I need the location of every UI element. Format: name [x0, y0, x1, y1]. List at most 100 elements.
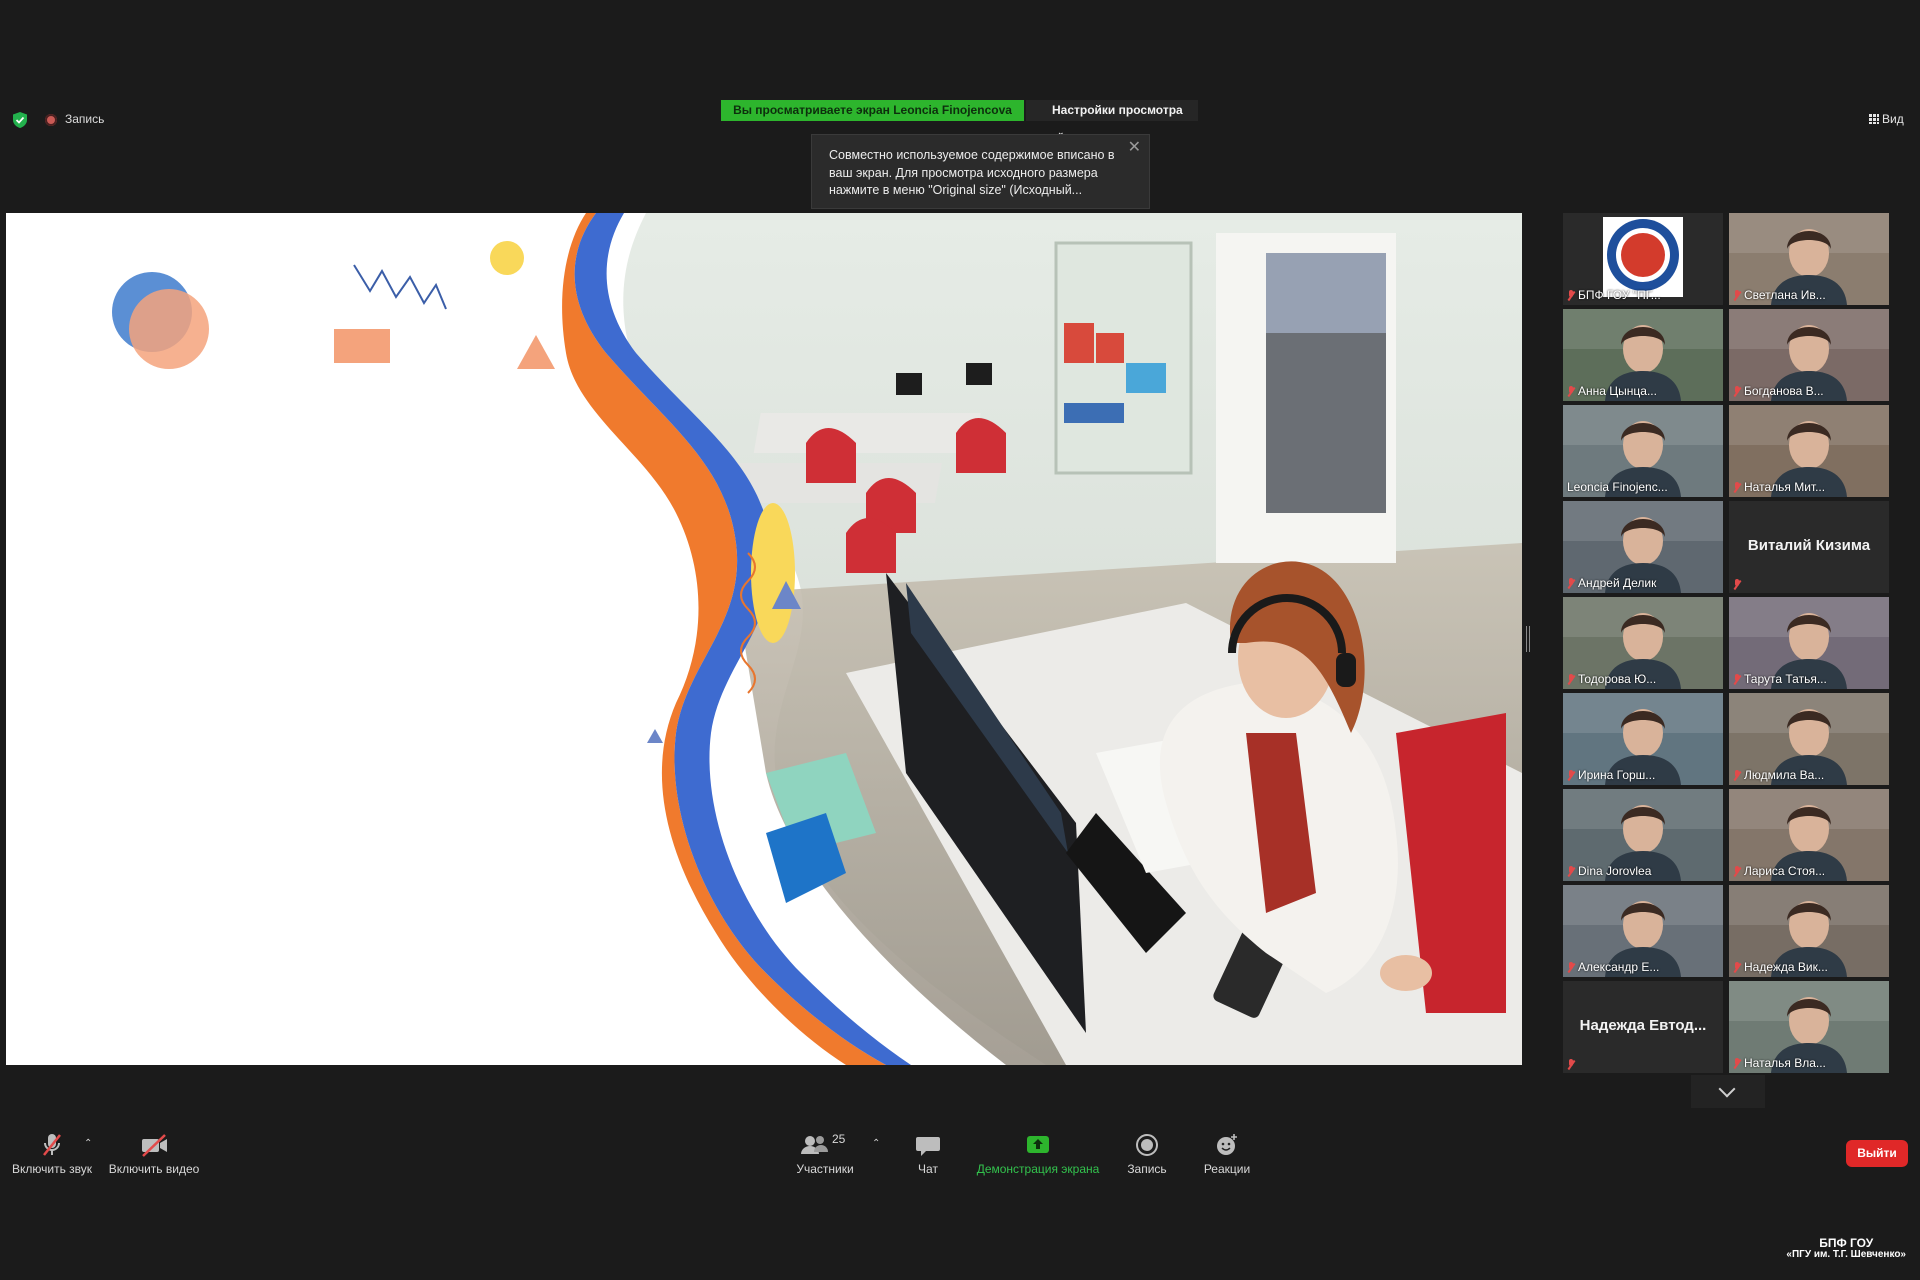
participant-name-label: Наталья Мит... [1733, 480, 1825, 494]
participant-tile[interactable]: Надежда Евтод... [1563, 981, 1723, 1073]
microphone-muted-icon [37, 1132, 67, 1158]
participant-name: Наталья Мит... [1744, 480, 1826, 494]
view-options-label: Настройки просмотра [1052, 103, 1183, 117]
participant-tile[interactable]: Александр Е... [1563, 885, 1723, 977]
panel-resize-handle[interactable] [1526, 626, 1530, 652]
record-icon [1134, 1132, 1160, 1158]
participant-name-label: Тодорова Ю... [1567, 672, 1656, 686]
security-shield-icon[interactable] [12, 111, 28, 129]
reactions-button[interactable]: Реакции [1198, 1132, 1256, 1176]
participant-tile[interactable]: Наталья Вла... [1729, 981, 1889, 1073]
participant-name-label: Тарута Татья... [1733, 672, 1827, 686]
participant-name: Лариса Стоя... [1744, 864, 1826, 878]
grid-icon [1869, 114, 1879, 124]
participant-name: Светлана Ив... [1744, 288, 1826, 302]
microphone-muted-icon [1567, 865, 1575, 877]
chevron-down-icon [1718, 1080, 1736, 1098]
microphone-muted-icon [1733, 481, 1741, 493]
participant-name: Людмила Ва... [1744, 768, 1825, 782]
reactions-label: Реакции [1203, 1162, 1251, 1176]
participant-name-label: Ирина Горш... [1567, 768, 1655, 782]
close-icon[interactable]: ✕ [1128, 139, 1141, 157]
participant-name-label: Светлана Ив... [1733, 288, 1826, 302]
participant-tile[interactable]: Виталий Кизима [1729, 501, 1889, 593]
microphone-muted-icon [1733, 865, 1741, 877]
chat-icon [915, 1132, 941, 1158]
share-screen-button[interactable]: Демонстрация экрана [970, 1132, 1106, 1176]
participant-tile[interactable]: Ирина Горш... [1563, 693, 1723, 785]
participant-name-label [1567, 1059, 1575, 1070]
participant-display-name: Виталий Кизима [1747, 537, 1871, 554]
microphone-muted-icon [1567, 1059, 1575, 1070]
participant-tile[interactable]: Тодорова Ю... [1563, 597, 1723, 689]
microphone-muted-icon [1567, 673, 1575, 685]
watermark-line1: БПФ ГОУ [1819, 1236, 1874, 1250]
recording-indicator-icon [45, 114, 57, 126]
participant-tile[interactable]: Богданова В... [1729, 309, 1889, 401]
participant-name-label: Андрей Делик [1567, 576, 1656, 590]
participants-count: 25 [832, 1132, 846, 1146]
participant-name-label: Богданова В... [1733, 384, 1824, 398]
participant-name: Тарута Татья... [1744, 672, 1827, 686]
participants-icon: 25 [800, 1132, 850, 1158]
view-label: Вид [1882, 112, 1904, 126]
audio-options-caret-icon[interactable]: ⌃ [84, 1138, 92, 1149]
participant-name-label: Анна Цынца... [1567, 384, 1657, 398]
record-button[interactable]: Запись [1120, 1132, 1174, 1176]
microphone-muted-icon [1733, 579, 1741, 590]
participant-name: Александр Е... [1578, 960, 1660, 974]
record-label: Запись [1127, 1162, 1167, 1176]
view-layout-button[interactable]: Вид [1869, 112, 1904, 126]
chat-button[interactable]: Чат [908, 1132, 948, 1176]
screen-share-banner: Вы просматриваете экран Leoncia Finojenc… [721, 100, 1024, 121]
participants-label: Участники [796, 1162, 854, 1176]
participant-name: Анна Цынца... [1578, 384, 1657, 398]
shared-screen [6, 213, 1522, 1065]
participant-name: Ирина Горш... [1578, 768, 1656, 782]
participant-tile[interactable]: Надежда Вик... [1729, 885, 1889, 977]
participant-name: Надежда Вик... [1744, 960, 1828, 974]
participant-tile[interactable]: Людмила Ва... [1729, 693, 1889, 785]
microphone-muted-icon [1567, 961, 1575, 973]
smiley-plus-icon [1214, 1132, 1240, 1158]
microphone-muted-icon [1733, 289, 1741, 301]
participant-tile[interactable]: Leoncia Finojenc... [1563, 405, 1723, 497]
participant-tile[interactable]: Тарута Татья... [1729, 597, 1889, 689]
participant-tile[interactable]: БПФ ГОУ "ПГ... [1563, 213, 1723, 305]
participant-name-label [1733, 579, 1741, 590]
participant-name-label: Александр Е... [1567, 960, 1659, 974]
participant-tile[interactable]: Андрей Делик [1563, 501, 1723, 593]
leave-meeting-button[interactable]: Выйти [1846, 1140, 1908, 1167]
participant-tile[interactable]: Dina Jorovlea [1563, 789, 1723, 881]
participant-name: Богданова В... [1744, 384, 1824, 398]
share-screen-label: Демонстрация экрана [976, 1162, 1100, 1176]
participant-name-label: Надежда Вик... [1733, 960, 1828, 974]
participant-tile[interactable]: Анна Цынца... [1563, 309, 1723, 401]
participant-name: Тодорова Ю... [1578, 672, 1657, 686]
unmute-button[interactable]: Включить звук [8, 1132, 96, 1176]
participant-name: Dina Jorovlea [1578, 864, 1652, 878]
participant-display-name: Надежда Евтод... [1579, 1017, 1707, 1034]
microphone-muted-icon [1567, 577, 1575, 589]
microphone-muted-icon [1733, 1057, 1741, 1069]
participant-tile[interactable]: Наталья Мит... [1729, 405, 1889, 497]
view-options-dropdown[interactable]: Настройки просмотра ⌄ [1026, 100, 1198, 137]
participant-name-label: Наталья Вла... [1733, 1056, 1826, 1070]
share-fit-tooltip: Совместно используемое содержимое вписан… [811, 134, 1150, 209]
video-off-icon [139, 1132, 169, 1158]
participant-tile[interactable]: Лариса Стоя... [1729, 789, 1889, 881]
participant-tile[interactable]: Светлана Ив... [1729, 213, 1889, 305]
participant-name-label: Лариса Стоя... [1733, 864, 1825, 878]
tooltip-text: Совместно используемое содержимое вписан… [829, 148, 1115, 197]
participant-name-label: БПФ ГОУ "ПГ... [1567, 288, 1661, 302]
share-screen-icon [1025, 1132, 1051, 1158]
participant-name: БПФ ГОУ "ПГ... [1578, 288, 1661, 302]
participants-options-caret-icon[interactable]: ⌃ [872, 1138, 880, 1149]
participant-name: Наталья Вла... [1744, 1056, 1826, 1070]
gallery-scroll-down-button[interactable] [1691, 1075, 1765, 1108]
microphone-muted-icon [1733, 673, 1741, 685]
start-video-button[interactable]: Включить видео [106, 1132, 202, 1176]
start-video-label: Включить видео [108, 1162, 200, 1176]
participants-button[interactable]: 25 Участники [790, 1132, 860, 1176]
microphone-muted-icon [1733, 385, 1741, 397]
